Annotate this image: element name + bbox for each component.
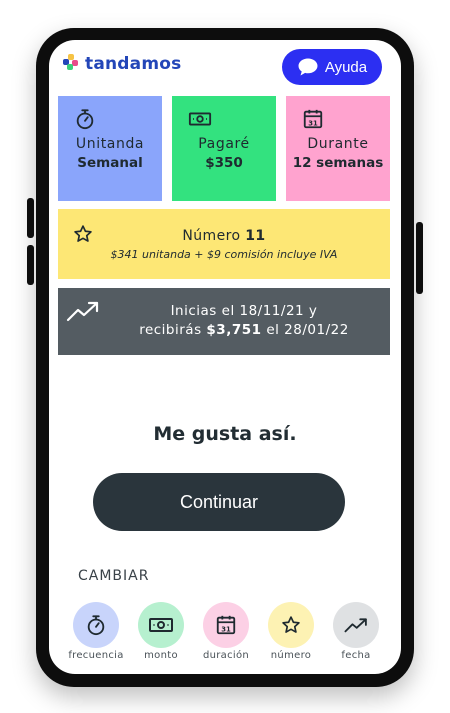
continue-label: Continuar: [179, 491, 259, 512]
svg-text:31: 31: [308, 119, 318, 127]
app-screen: tandamos Ayuda Unitanda Semanal Pagaré $…: [49, 40, 401, 674]
date-box: Inicias el 18/11/21 y recibirás $3,751 e…: [58, 288, 390, 355]
change-amount-circle: [138, 602, 184, 648]
trending-up-icon: [344, 618, 367, 633]
logo[interactable]: tandamos: [63, 54, 181, 74]
date-line-2: recibirás $3,751 el 28/01/22: [98, 322, 390, 338]
change-frequency-circle: [73, 602, 119, 648]
frequency-label: Unitanda: [75, 136, 145, 152]
frequency-card: Unitanda Semanal: [58, 96, 162, 201]
change-frequency-button[interactable]: frecuencia: [66, 602, 126, 661]
chat-bubble-icon: [298, 58, 318, 76]
change-title: CAMBIAR: [78, 568, 150, 584]
trending-up-icon: [66, 301, 99, 322]
side-button-right: [416, 222, 423, 294]
change-amount-label: monto: [144, 650, 178, 661]
number-line: Número 11: [58, 228, 390, 244]
change-amount-button[interactable]: monto: [131, 602, 191, 661]
stopwatch-icon: [76, 109, 94, 130]
date-line-2-prefix: recibirás: [139, 322, 202, 338]
change-duration-circle: 31: [203, 602, 249, 648]
number-value: 11: [245, 228, 266, 244]
change-date-label: fecha: [341, 650, 371, 661]
change-number-button[interactable]: número: [261, 602, 321, 661]
continue-button[interactable]: Continuar: [93, 473, 345, 531]
stopwatch-icon: [87, 615, 105, 636]
logo-mark-icon: [63, 54, 83, 74]
duration-card: 31 Durante 12 semanas: [286, 96, 390, 201]
amount-card: Pagaré $350: [172, 96, 276, 201]
change-duration-label: duración: [202, 650, 250, 661]
cash-icon: [188, 112, 212, 126]
amount-label: Pagaré: [198, 136, 250, 152]
number-prefix: Número: [182, 228, 241, 244]
amount-value: $350: [205, 155, 243, 171]
frequency-value: Semanal: [77, 155, 143, 171]
logo-text: tandamos: [85, 54, 182, 74]
change-duration-button[interactable]: 31 duración: [196, 602, 256, 661]
star-icon: [282, 616, 300, 633]
confirm-text: Me gusta así.: [153, 423, 297, 445]
side-button-left-bottom: [27, 245, 34, 285]
date-line-1: Inicias el 18/11/21 y: [170, 303, 318, 319]
side-button-left-top: [27, 198, 34, 238]
duration-label: Durante: [307, 136, 369, 152]
change-number-circle: [268, 602, 314, 648]
top-bar: tandamos Ayuda: [49, 40, 401, 96]
svg-text:31: 31: [221, 625, 231, 633]
help-button[interactable]: Ayuda: [282, 49, 382, 85]
change-date-button[interactable]: fecha: [326, 602, 386, 661]
payout-amount: $3,751: [206, 322, 262, 338]
help-label: Ayuda: [324, 58, 368, 76]
change-date-circle: [333, 602, 379, 648]
number-box: Número 11 $341 unitanda + $9 comisión in…: [58, 209, 390, 279]
date-line-2-suffix: el 28/01/22: [266, 322, 349, 338]
number-detail: $341 unitanda + $9 comisión incluye IVA: [110, 248, 338, 261]
cash-icon: [149, 618, 173, 632]
calendar-icon: 31: [303, 109, 323, 129]
change-frequency-label: frecuencia: [68, 650, 124, 661]
duration-value: 12 semanas: [292, 155, 384, 171]
change-number-label: número: [270, 650, 312, 661]
calendar-icon: 31: [216, 615, 236, 635]
